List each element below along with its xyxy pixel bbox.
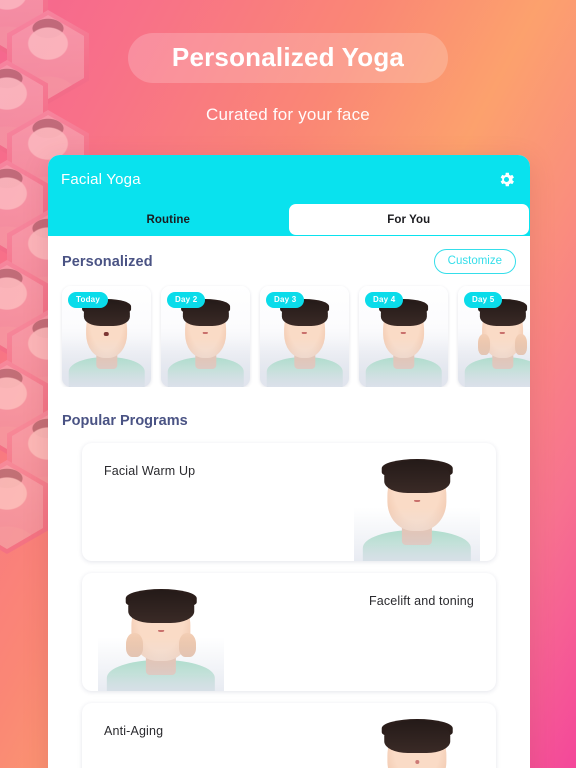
- program-card[interactable]: Facial Warm Up: [82, 443, 496, 561]
- app-window: Facial Yoga Routine For You Personalized…: [48, 155, 530, 768]
- day-card[interactable]: Day 5: [458, 286, 530, 387]
- avatar: [354, 703, 480, 768]
- image-fade: [354, 443, 480, 561]
- popular-programs-heading: Popular Programs: [62, 413, 188, 429]
- image-fade: [98, 573, 224, 691]
- app-header: Facial Yoga: [48, 155, 530, 203]
- program-artwork: [98, 573, 224, 691]
- banner-subtitle: Curated for your face: [206, 105, 370, 124]
- day-badge: Day 3: [266, 292, 305, 308]
- tab-for-you[interactable]: For You: [288, 204, 529, 235]
- program-artwork: [354, 443, 480, 561]
- customize-button[interactable]: Customize: [433, 249, 516, 274]
- day-badge: Today: [68, 292, 108, 308]
- day-badge: Day 4: [365, 292, 404, 308]
- app-screenshot: Personalized Yoga Curated for your face …: [0, 0, 576, 768]
- avatar: [354, 443, 480, 561]
- day-card[interactable]: Day 3: [260, 286, 349, 387]
- app-title: Facial Yoga: [61, 170, 141, 188]
- avatar: [98, 573, 224, 691]
- program-label: Facial Warm Up: [104, 464, 196, 478]
- day-card[interactable]: Today: [62, 286, 151, 387]
- tab-routine[interactable]: Routine: [48, 203, 289, 236]
- day-badge: Day 2: [167, 292, 206, 308]
- day-card[interactable]: Day 4: [359, 286, 448, 387]
- program-artwork: [354, 703, 480, 768]
- program-card[interactable]: Facelift and toning: [82, 573, 496, 691]
- personalized-section-header: Personalized Customize: [48, 236, 530, 274]
- personalized-heading: Personalized: [62, 253, 153, 270]
- image-fade: [354, 703, 480, 768]
- program-label: Facelift and toning: [369, 594, 474, 608]
- banner-title: Personalized Yoga: [127, 33, 449, 83]
- promo-banner: Personalized Yoga Curated for your face: [0, 0, 576, 125]
- program-card[interactable]: Anti-Aging: [82, 703, 496, 768]
- personalized-day-strip[interactable]: TodayDay 2Day 3Day 4Day 5Day 6: [48, 274, 530, 387]
- gear-icon[interactable]: [497, 170, 516, 189]
- popular-programs-list: Facial Warm Up Facelift and toning Anti-Ag…: [48, 429, 530, 768]
- program-label: Anti-Aging: [104, 724, 164, 738]
- tab-bar: Routine For You: [48, 203, 530, 236]
- day-card[interactable]: Day 2: [161, 286, 250, 387]
- day-badge: Day 5: [464, 292, 503, 308]
